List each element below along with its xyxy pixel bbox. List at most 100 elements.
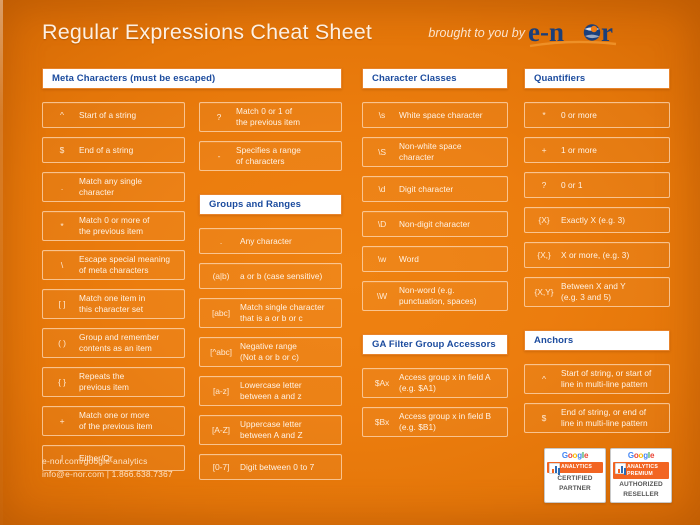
- row-description: End of string, or end of line in multi-l…: [561, 407, 667, 428]
- table-row[interactable]: ? Match 0 or 1 of the previous item: [199, 102, 342, 132]
- table-row[interactable]: * 0 or more: [524, 102, 670, 128]
- column-meta-characters: Meta Characters (must be escaped) ^ Star…: [42, 68, 342, 489]
- badge-role-line1: CERTIFIED: [557, 474, 593, 482]
- table-row[interactable]: ^ Start of string, or start of line in m…: [524, 364, 670, 394]
- row-desc-line2: character: [399, 152, 435, 162]
- table-row[interactable]: {X,} X or more, (e.g. 3): [524, 242, 670, 268]
- footer: e-nor.com/google-analytics info@e-nor.co…: [42, 455, 173, 481]
- table-row[interactable]: $ End of a string: [42, 137, 185, 163]
- row-desc-line2: this character set: [79, 304, 144, 314]
- row-symbol: { }: [58, 376, 66, 387]
- row-desc-line1: Lowercase letter: [240, 380, 302, 391]
- table-row[interactable]: + 1 or more: [524, 137, 670, 163]
- row-symbol: {X,Y}: [534, 286, 554, 297]
- table-row[interactable]: \ Escape special meaning of meta charact…: [42, 250, 185, 280]
- row-desc-line2: (Not a or b or c): [240, 352, 299, 362]
- table-row[interactable]: {X,Y} Between X and Y (e.g. 3 and 5): [524, 277, 670, 307]
- page-title: Regular Expressions Cheat Sheet: [42, 20, 373, 44]
- row-desc-line1: Match one or more: [79, 410, 150, 421]
- google-wordmark: Google: [627, 450, 655, 460]
- row-desc-line2: the previous item: [79, 226, 144, 236]
- table-row[interactable]: [^abc] Negative range (Not a or b or c): [199, 337, 342, 367]
- row-desc-line1: Group and remember: [79, 332, 160, 343]
- badge-product: ANALYTICS: [627, 464, 659, 471]
- left-edge-highlight: [0, 0, 3, 525]
- row-description: Match any single character: [79, 176, 182, 197]
- row-symbol: [abc]: [212, 307, 230, 318]
- table-row[interactable]: { } Repeats the previous item: [42, 367, 185, 397]
- row-symbol: -: [217, 150, 221, 161]
- row-symbol: *: [542, 109, 546, 120]
- badge-role-line1: AUTHORIZED: [619, 481, 663, 489]
- row-symbol: \s: [378, 109, 386, 120]
- meta-right-subcolumn: ? Match 0 or 1 of the previous item - Sp…: [199, 102, 342, 489]
- table-row[interactable]: \D Non-digit character: [362, 211, 508, 237]
- row-symbol: \W: [376, 290, 388, 301]
- row-desc-line1: Match any single: [79, 176, 143, 187]
- badge-product: ANALYTICS: [561, 464, 593, 471]
- row-desc-line2: line in multi-line pattern: [561, 418, 648, 428]
- row-desc-line2: of the previous item: [79, 421, 153, 431]
- table-row[interactable]: - Specifies a range of characters: [199, 141, 342, 171]
- row-description: Access group x in field B (e.g. $B1): [399, 411, 505, 432]
- section-header-character-classes: Character Classes: [362, 68, 508, 89]
- table-row[interactable]: [A-Z] Uppercase letter between A and Z: [199, 415, 342, 445]
- section-header-quantifiers: Quantifiers: [524, 68, 670, 89]
- table-row[interactable]: ( ) Group and remember contents as an it…: [42, 328, 185, 358]
- row-description: X or more, (e.g. 3): [561, 249, 630, 260]
- section-header-meta-characters: Meta Characters (must be escaped): [42, 68, 342, 89]
- table-row[interactable]: (a|b) a or b (case sensitive): [199, 263, 342, 289]
- row-desc-line2: the previous item: [236, 117, 301, 127]
- row-desc-line1: End of string, or end of: [561, 407, 647, 418]
- analytics-chip-label: ANALYTICS: [547, 462, 603, 475]
- row-desc-line2: line in multi-line pattern: [561, 379, 648, 389]
- row-description: a or b (case sensitive): [240, 270, 323, 281]
- row-symbol: [^abc]: [210, 346, 232, 357]
- row-description: Match 0 or more of the previous item: [79, 215, 182, 236]
- row-symbol: ?: [541, 179, 547, 190]
- table-row[interactable]: \s White space character: [362, 102, 508, 128]
- row-symbol: ^: [60, 109, 64, 120]
- row-desc-line2: between A and Z: [240, 430, 303, 440]
- table-row[interactable]: [abc] Match single character that is a o…: [199, 298, 342, 328]
- table-row[interactable]: \d Digit character: [362, 176, 508, 202]
- row-desc-line1: Match 0 or 1 of: [236, 106, 293, 117]
- table-row[interactable]: . Match any single character: [42, 172, 185, 202]
- row-description: Negative range (Not a or b or c): [240, 341, 339, 362]
- row-desc-line2: between a and z: [240, 391, 302, 401]
- table-row[interactable]: [a-z] Lowercase letter between a and z: [199, 376, 342, 406]
- table-row[interactable]: $ End of string, or end of line in multi…: [524, 403, 670, 433]
- row-description: 0 or 1: [561, 179, 583, 190]
- table-row[interactable]: * Match 0 or more of the previous item: [42, 211, 185, 241]
- row-description: Access group x in field A (e.g. $A1): [399, 372, 505, 393]
- row-description: Escape special meaning of meta character…: [79, 254, 182, 275]
- footer-contact[interactable]: info@e-nor.com | 1.866.638.7367: [42, 468, 173, 481]
- row-desc-line2: of meta characters: [79, 265, 149, 275]
- row-symbol: $Bx: [374, 416, 390, 427]
- table-row[interactable]: {X} Exactly X (e.g. 3): [524, 207, 670, 233]
- table-row[interactable]: \w Word: [362, 246, 508, 272]
- footer-website[interactable]: e-nor.com/google-analytics: [42, 455, 173, 468]
- row-symbol: \S: [378, 146, 386, 157]
- row-desc-line1: Match one item in: [79, 293, 146, 304]
- row-description: Non-white space character: [399, 141, 505, 162]
- row-symbol: $Ax: [374, 377, 390, 388]
- row-description: Match one or more of the previous item: [79, 410, 182, 431]
- row-description: Non-digit character: [399, 218, 471, 229]
- table-row[interactable]: $Ax Access group x in field A (e.g. $A1): [362, 368, 508, 398]
- table-row[interactable]: . Any character: [199, 228, 342, 254]
- badge-role-line2: RESELLER: [623, 491, 659, 499]
- table-row[interactable]: + Match one or more of the previous item: [42, 406, 185, 436]
- table-row[interactable]: [ ] Match one item in this character set: [42, 289, 185, 319]
- table-row[interactable]: [0-7] Digit between 0 to 7: [199, 454, 342, 480]
- certification-badges: Google ANALYTICS CERTIFIED PARTNER Googl…: [544, 447, 672, 503]
- google-wordmark: Google: [561, 450, 589, 460]
- table-row[interactable]: ^ Start of a string: [42, 102, 185, 128]
- row-desc-line1: Start of string, or start of: [561, 368, 652, 379]
- table-row[interactable]: $Bx Access group x in field B (e.g. $B1): [362, 407, 508, 437]
- row-description: End of a string: [79, 144, 134, 155]
- table-row[interactable]: \W Non-word (e.g. punctuation, spaces): [362, 281, 508, 311]
- table-row[interactable]: ? 0 or 1: [524, 172, 670, 198]
- row-desc-line1: Match single character: [240, 302, 325, 313]
- table-row[interactable]: \S Non-white space character: [362, 137, 508, 167]
